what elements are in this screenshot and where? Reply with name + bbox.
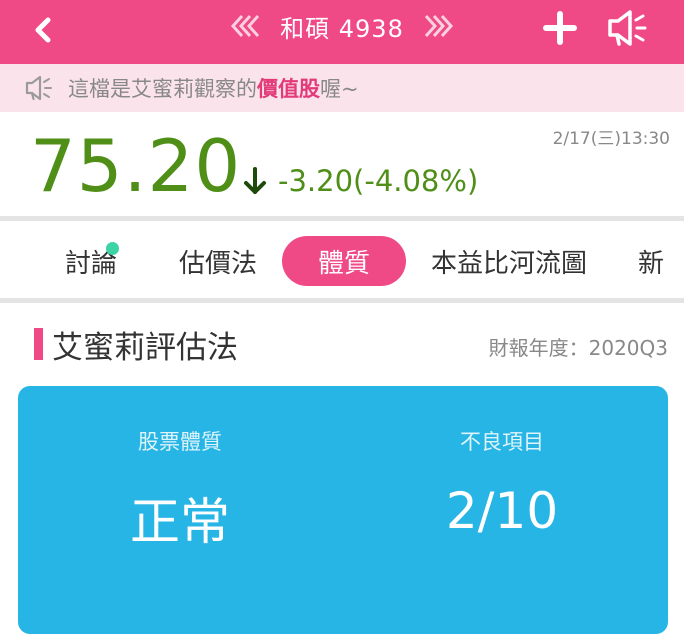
double-chevron-left-icon[interactable] bbox=[224, 10, 264, 42]
notice-highlight: 價值股 bbox=[257, 77, 320, 101]
price-change: -3.20(-4.08%) bbox=[242, 164, 478, 198]
notice-text: 這檔是艾蜜莉觀察的價值股喔~ bbox=[68, 77, 359, 101]
stock-title: 和碩 4938 bbox=[280, 14, 404, 43]
top-bar: 和碩 4938 bbox=[0, 0, 684, 64]
divider bbox=[0, 298, 684, 303]
notice-bar: 這檔是艾蜜莉觀察的價值股喔~ bbox=[0, 64, 684, 112]
tab-fundamentals[interactable]: 體質 bbox=[282, 236, 406, 286]
plus-icon[interactable] bbox=[540, 8, 580, 48]
change-text: -3.20(-4.08%) bbox=[278, 164, 479, 198]
stock-quality-value: 正常 bbox=[130, 493, 230, 551]
section-title: 艾蜜莉評估法 bbox=[52, 330, 238, 366]
title-group: 和碩 4938 bbox=[0, 0, 684, 52]
bad-items-value: 2/10 bbox=[445, 482, 559, 540]
tab-news[interactable]: 新 bbox=[638, 236, 684, 286]
new-badge-dot bbox=[106, 242, 119, 255]
section-marker bbox=[34, 328, 43, 360]
tab-pe-river-chart[interactable]: 本益比河流圖 bbox=[418, 236, 600, 286]
tab-discussion[interactable]: 討論 bbox=[50, 236, 132, 286]
speaker-icon[interactable] bbox=[604, 6, 652, 50]
price-value: 75.20 bbox=[30, 124, 242, 208]
tab-bar: 討論 估價法 體質 本益比河流圖 新 bbox=[0, 222, 684, 298]
speaker-icon bbox=[25, 75, 52, 101]
quote-panel: 75.20 -3.20(-4.08%) 2/17(三)13:30 bbox=[0, 112, 684, 216]
report-year: 財報年度：2020Q3 bbox=[488, 336, 668, 360]
quote-timestamp: 2/17(三)13:30 bbox=[552, 129, 670, 149]
stock-quality-label: 股票體質 bbox=[138, 430, 222, 454]
bad-items-label: 不良項目 bbox=[460, 430, 544, 454]
double-chevron-right-icon[interactable] bbox=[420, 10, 460, 42]
tab-valuation[interactable]: 估價法 bbox=[166, 236, 270, 286]
fundamentals-card: 股票體質 正常 不良項目 2/10 bbox=[18, 386, 668, 634]
down-arrow-icon bbox=[244, 167, 266, 194]
divider bbox=[0, 216, 684, 221]
